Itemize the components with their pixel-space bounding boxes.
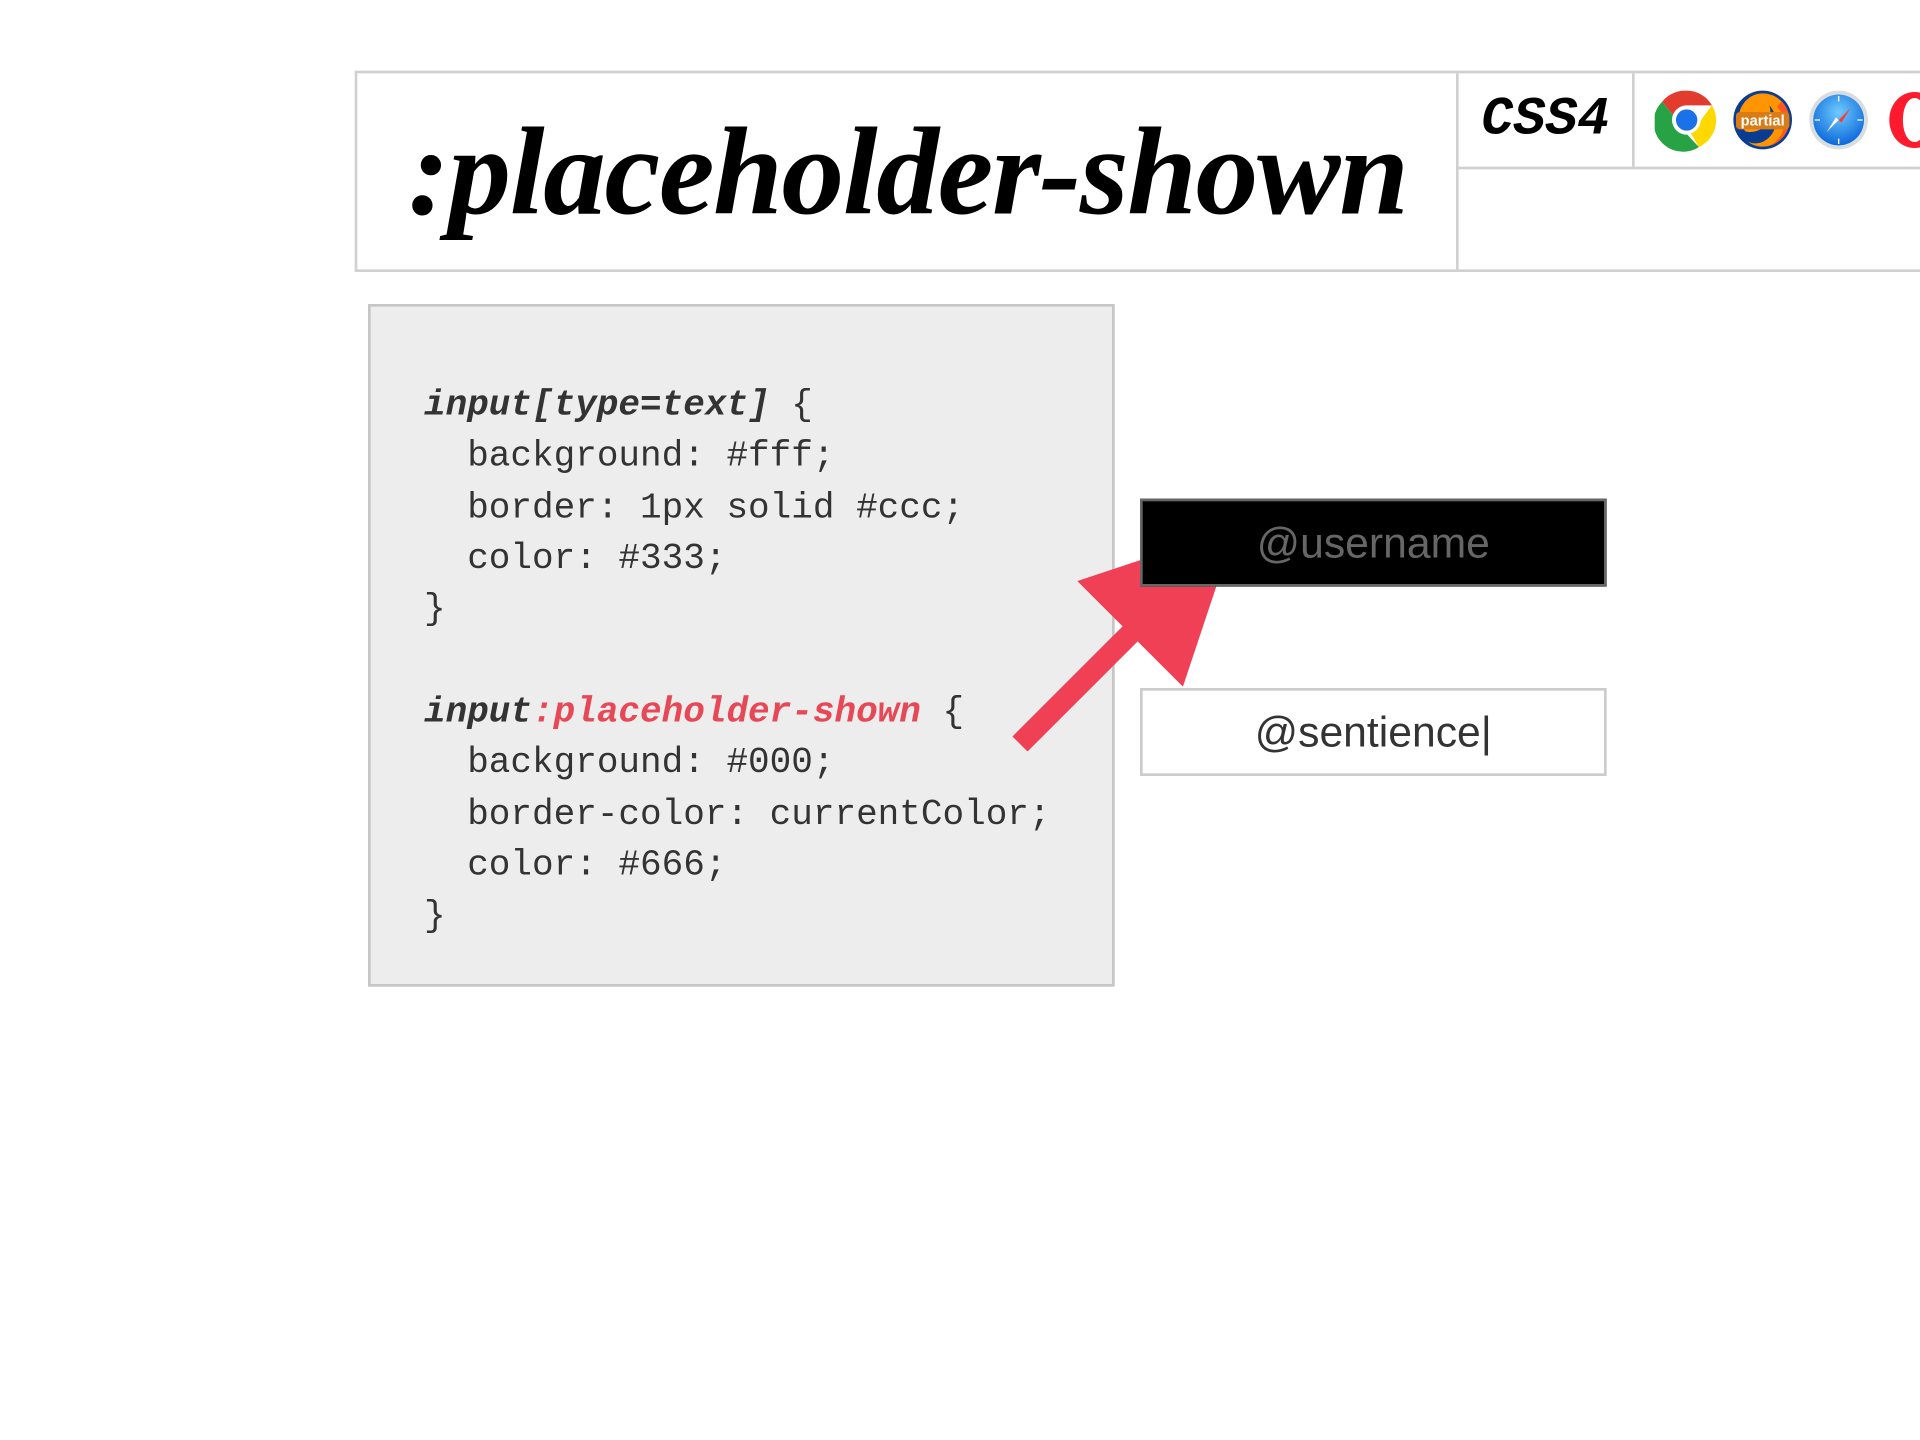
slide-header: :placeholder-shown CSS4 <box>355 71 1920 272</box>
css-code-block: input[type=text] { background: #fff; bor… <box>424 381 1072 943</box>
slide-title: :placeholder-shown <box>357 73 1456 269</box>
firefox-partial-badge: partial <box>1741 113 1785 129</box>
demo-input-placeholder[interactable]: @username <box>1140 499 1607 587</box>
demo-input-typed[interactable]: @sentience| <box>1140 688 1607 776</box>
code-panel: input[type=text] { background: #fff; bor… <box>368 304 1115 987</box>
opera-icon <box>1883 88 1920 152</box>
header-meta: CSS4 <box>1456 73 1920 269</box>
browser-support-row: partial <box>1635 73 1920 166</box>
header-meta-row: CSS4 <box>1459 73 1920 169</box>
spec-badge: CSS4 <box>1459 73 1635 166</box>
safari-icon <box>1807 88 1871 152</box>
chrome-icon <box>1655 88 1719 152</box>
firefox-icon: partial <box>1731 88 1795 152</box>
